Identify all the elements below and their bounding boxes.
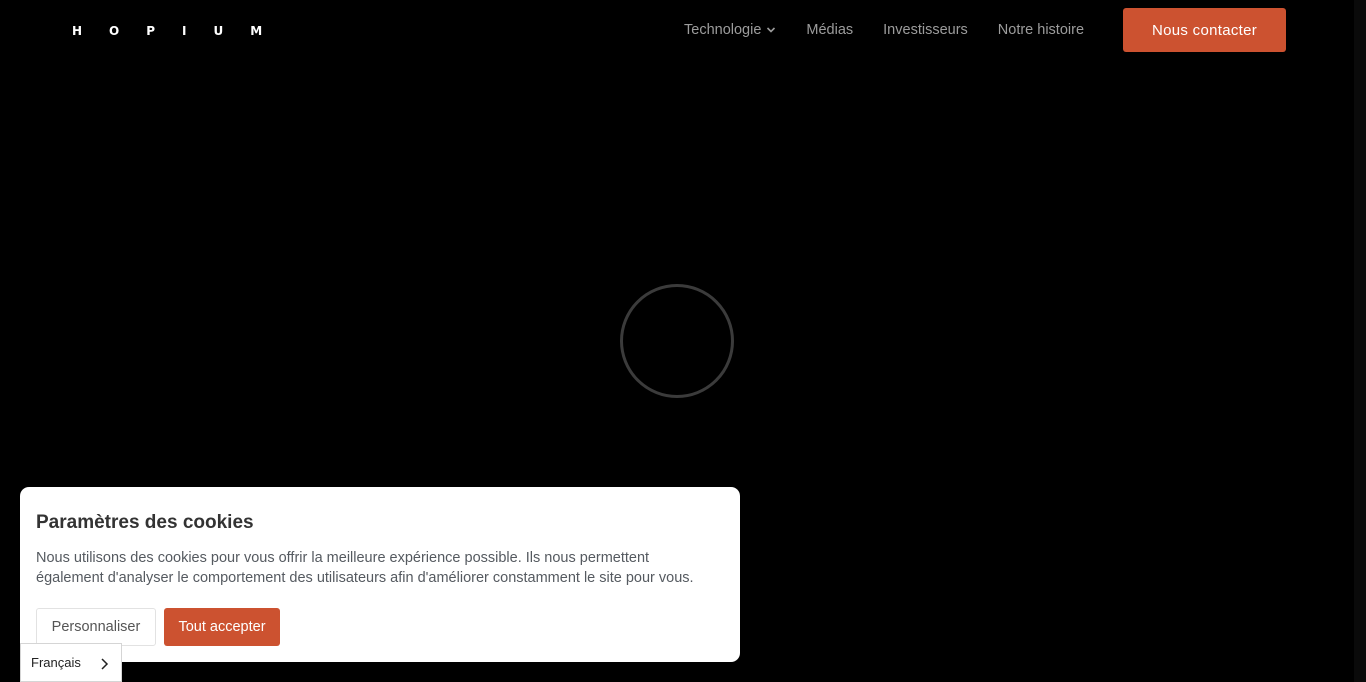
nav-item-label: Technologie — [684, 22, 762, 38]
cookie-title: Paramètres des cookies — [36, 512, 254, 533]
loading-spinner — [620, 284, 734, 398]
page-scrollbar[interactable] — [1354, 0, 1366, 682]
chevron-right-icon — [99, 657, 109, 671]
accept-all-button[interactable]: Tout accepter — [164, 608, 280, 646]
nav-item-label: Notre histoire — [997, 22, 1085, 38]
nav-item-notre-histoire[interactable]: Notre histoire — [998, 21, 1084, 39]
hopium-logo[interactable]: HOPIUM — [72, 25, 289, 37]
cookie-banner: Paramètres des cookies Nous utilisons de… — [20, 487, 740, 662]
site-header: HOPIUM Technologie Médias Investisseurs … — [0, 0, 1354, 60]
language-label: Français — [31, 655, 81, 670]
nav-item-investisseurs[interactable]: Investisseurs — [883, 21, 968, 39]
language-switcher[interactable]: Français — [20, 643, 122, 682]
customize-button[interactable]: Personnaliser — [36, 608, 156, 646]
contact-button[interactable]: Nous contacter — [1123, 8, 1286, 52]
chevron-down-icon — [766, 25, 776, 35]
nav-item-technologie[interactable]: Technologie — [684, 21, 776, 39]
nav-item-medias[interactable]: Médias — [806, 21, 853, 39]
nav-item-label: Médias — [806, 22, 854, 38]
cookie-description: Nous utilisons des cookies pour vous off… — [36, 550, 694, 586]
nav-item-label: Investisseurs — [883, 22, 968, 38]
main-nav: Technologie Médias Investisseurs Notre h… — [684, 21, 1084, 39]
